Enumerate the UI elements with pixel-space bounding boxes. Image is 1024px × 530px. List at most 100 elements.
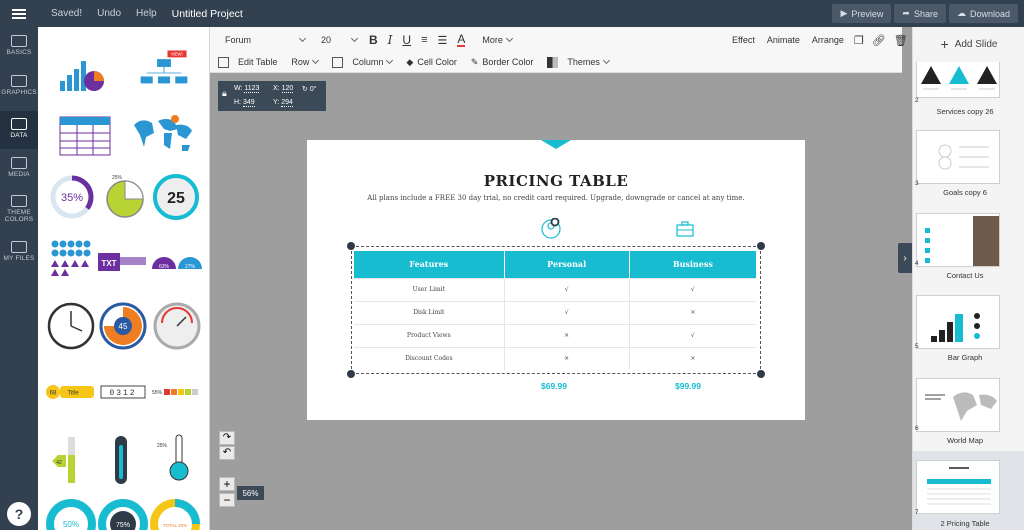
odometer-widget[interactable]: 0312: [100, 385, 146, 399]
donut-75-widget[interactable]: 75%: [98, 499, 148, 530]
row-dropdown[interactable]: Row: [291, 56, 320, 67]
table-cell[interactable]: ×: [504, 346, 630, 370]
donut-total-widget[interactable]: TOTAL 25%: [150, 499, 200, 530]
header-personal[interactable]: Personal: [504, 251, 630, 278]
column-dropdown[interactable]: Column: [332, 56, 394, 68]
table-cell[interactable]: ×: [629, 346, 756, 370]
zoom-out-icon[interactable]: −: [219, 493, 235, 507]
zoom-in-icon[interactable]: +: [219, 477, 235, 491]
nav-basics[interactable]: BASICS: [0, 35, 38, 56]
header-features[interactable]: Features: [354, 251, 505, 278]
thermometer-widget[interactable]: [112, 435, 130, 485]
slide[interactable]: PRICING TABLE All plans include a FREE 3…: [307, 140, 805, 420]
rotation-field[interactable]: 0°: [310, 86, 317, 93]
cell-color-button[interactable]: ◆ Cell Color: [406, 57, 456, 68]
thermometer-25-widget[interactable]: 25%: [154, 433, 198, 483]
table-cell[interactable]: User Limit: [354, 277, 505, 301]
slide-subtitle[interactable]: All plans include a FREE 30 day trial, n…: [307, 194, 805, 202]
slide-thumb-6[interactable]: [916, 378, 1000, 432]
edit-table-button[interactable]: Edit Table: [218, 56, 277, 68]
bar-pie-chart-widget[interactable]: [54, 47, 106, 99]
table-cell[interactable]: Discount Codes: [354, 346, 505, 370]
table-cell[interactable]: √: [629, 323, 756, 347]
list-icon[interactable]: ☰: [438, 34, 448, 47]
resize-handle[interactable]: [347, 370, 355, 378]
text-box-widget[interactable]: TXT: [98, 249, 148, 273]
table-widget[interactable]: [58, 115, 114, 159]
add-slide-button[interactable]: + Add Slide: [913, 27, 1024, 61]
underline-icon[interactable]: U: [402, 33, 411, 47]
table-cell[interactable]: √: [629, 277, 756, 301]
help-menu[interactable]: Help: [136, 8, 157, 19]
resize-handle[interactable]: [757, 370, 765, 378]
gauge-25-widget[interactable]: 25%: [102, 171, 148, 221]
animate-button[interactable]: Animate: [767, 35, 800, 45]
text-color-icon[interactable]: A: [457, 33, 466, 47]
donut-50-widget[interactable]: 50%: [46, 499, 96, 530]
table-cell[interactable]: ×: [504, 323, 630, 347]
redo-icon[interactable]: ↷: [219, 431, 235, 445]
org-chart-widget[interactable]: NEW!: [138, 47, 190, 99]
header-business[interactable]: Business: [629, 251, 756, 278]
clock-widget[interactable]: [46, 301, 96, 351]
pictogram-widget[interactable]: [50, 239, 94, 283]
themes-dropdown[interactable]: Themes: [547, 56, 610, 68]
slide-thumb-5[interactable]: [916, 295, 1000, 349]
rating-bar-widget[interactable]: 55%: [152, 387, 202, 397]
border-color-button[interactable]: ✎ Border Color: [471, 57, 534, 68]
progress-bars-widget[interactable]: 63% 27%: [150, 251, 204, 271]
counter-25-widget[interactable]: 25: [152, 173, 200, 221]
price-business[interactable]: $99.99: [675, 381, 701, 391]
effect-button[interactable]: Effect: [732, 35, 755, 45]
nav-theme-colors[interactable]: THEME COLORS: [0, 195, 38, 223]
help-button[interactable]: ?: [7, 502, 31, 526]
align-icon[interactable]: ≡: [421, 34, 427, 46]
more-dropdown[interactable]: More: [482, 34, 513, 45]
slide-title[interactable]: PRICING TABLE: [307, 172, 805, 190]
resize-handle[interactable]: [347, 242, 355, 250]
slide-thumb-2[interactable]: [916, 62, 1000, 98]
pricing-table[interactable]: Features Personal Business User Limit √ …: [354, 251, 756, 370]
table-cell[interactable]: √: [504, 277, 630, 301]
nav-graphics[interactable]: GRAPHICS: [0, 75, 38, 96]
lock-icon[interactable]: 🔒︎: [222, 88, 227, 99]
height-field[interactable]: 349: [242, 99, 255, 107]
canvas-area[interactable]: 🔒︎ W: 1123 X: 120 ↻ 0° H: 349 Y: 294 PRI…: [210, 73, 902, 530]
tag-title-widget[interactable]: 68 Title: [46, 384, 96, 400]
preview-button[interactable]: ▶ Preview: [832, 4, 892, 23]
collapse-panel-button[interactable]: ›: [898, 243, 912, 273]
slide-thumb-4[interactable]: [916, 213, 1000, 267]
undo-button[interactable]: Undo: [97, 8, 121, 19]
x-field[interactable]: 120: [281, 85, 294, 93]
share-button[interactable]: ➦ Share: [894, 4, 946, 23]
thermometer-42-widget[interactable]: 42: [50, 435, 86, 485]
font-family-select[interactable]: Forum: [225, 34, 307, 45]
y-field[interactable]: 294: [281, 99, 293, 107]
speedometer-widget[interactable]: [152, 301, 202, 351]
nav-media[interactable]: MEDIA: [0, 157, 38, 178]
download-button[interactable]: ☁ Download: [948, 4, 1018, 23]
world-map-widget[interactable]: [130, 111, 196, 159]
nav-data[interactable]: DATA: [0, 111, 38, 149]
bold-icon[interactable]: B: [369, 33, 378, 47]
menu-button[interactable]: [0, 0, 38, 27]
slide-thumb-7[interactable]: [916, 460, 1000, 514]
table-cell[interactable]: ×: [629, 300, 756, 324]
italic-icon[interactable]: I: [388, 33, 393, 47]
table-cell[interactable]: Product Views: [354, 323, 505, 347]
nav-my-files[interactable]: MY FILES: [0, 241, 38, 262]
link-icon[interactable]: 🔗︎: [872, 34, 886, 47]
width-field[interactable]: 1123: [244, 85, 260, 93]
percent-donut-35-widget[interactable]: 35%: [48, 173, 96, 221]
table-cell[interactable]: √: [504, 300, 630, 324]
arrange-button[interactable]: Arrange: [812, 35, 844, 45]
clock-45-widget[interactable]: 45: [98, 301, 148, 351]
slide-thumb-3[interactable]: [916, 130, 1000, 184]
font-size-select[interactable]: 20: [321, 34, 359, 45]
copy-icon[interactable]: ❐: [854, 34, 864, 47]
trash-icon[interactable]: 🗑︎: [894, 34, 908, 47]
table-cell[interactable]: Disk Limit: [354, 300, 505, 324]
project-title[interactable]: Untitled Project: [172, 8, 243, 20]
price-personal[interactable]: $69.99: [541, 381, 567, 391]
undo-icon[interactable]: ↶: [219, 446, 235, 460]
